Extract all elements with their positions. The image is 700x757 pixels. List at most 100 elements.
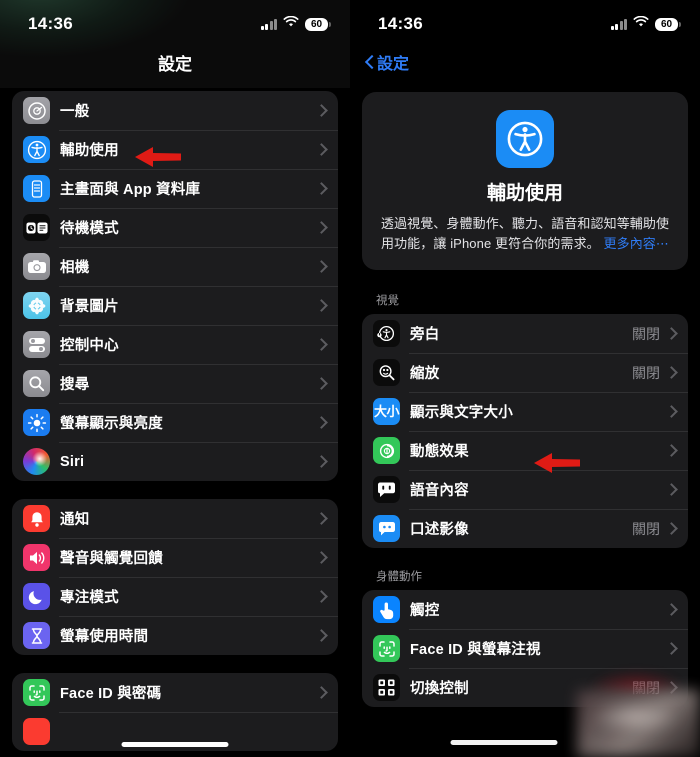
cellular-signal-icon	[260, 18, 277, 30]
list-item-display-text-size[interactable]: 大小 顯示與文字大小	[362, 392, 688, 431]
home-indicator	[450, 740, 558, 745]
accessibility-scroll-area[interactable]: 輔助使用 透過視覺、身體動作、聽力、語音和認知等輔助使用功能，讓 iPhone …	[350, 92, 700, 757]
right-phone-screen-accessibility: 14:36 60 設定 輔助使用 透過視覺、身體動作、聽力、語音和認知等輔助使用…	[350, 0, 700, 757]
search-icon	[23, 370, 50, 397]
list-item-zoom[interactable]: 縮放 關閉	[362, 353, 688, 392]
sidebar-item-label: 搜尋	[60, 377, 90, 393]
sidebar-item-face-id-passcode[interactable]: Face ID 與密碼	[12, 673, 338, 712]
chevron-right-icon	[317, 106, 326, 115]
hourglass-icon	[23, 622, 50, 649]
status-bar-clock: 14:36	[378, 14, 423, 33]
sidebar-item-wallpaper[interactable]: 背景圖片	[12, 286, 338, 325]
touch-icon	[373, 596, 400, 624]
status-bar: 14:36 60	[350, 0, 700, 40]
sidebar-item-accessibility[interactable]: 輔助使用	[12, 130, 338, 169]
spoken-content-icon	[373, 476, 400, 504]
face-id-icon	[23, 679, 50, 706]
sidebar-item-display-brightness[interactable]: 螢幕顯示與亮度	[12, 403, 338, 442]
moon-icon	[23, 583, 50, 610]
list-item-voiceover[interactable]: 旁白 關閉	[362, 314, 688, 353]
sidebar-item-siri[interactable]: Siri	[12, 442, 338, 481]
chevron-right-icon	[317, 688, 326, 697]
sidebar-item-home-screen[interactable]: 主畫面與 App 資料庫	[12, 169, 338, 208]
list-item-label: 觸控	[410, 603, 440, 620]
sidebar-item-label: 輔助使用	[60, 143, 119, 159]
sidebar-item-standby[interactable]: 待機模式	[12, 208, 338, 247]
sidebar-item-notifications[interactable]: 通知	[12, 499, 338, 538]
left-phone-screen-settings: 14:36 60 設定 一般 輔助使用 主畫面與 App 資料庫 待機模式 相機…	[0, 0, 350, 757]
sidebar-item-label: 待機模式	[60, 221, 119, 237]
settings-scroll-area[interactable]: 一般 輔助使用 主畫面與 App 資料庫 待機模式 相機 背景圖片 控制中心 搜…	[0, 91, 350, 757]
chevron-right-icon	[317, 145, 326, 154]
emergency-sos-icon	[23, 718, 50, 745]
chevron-right-icon	[667, 407, 676, 416]
control-center-icon	[23, 331, 50, 358]
standby-icon	[23, 214, 50, 241]
chevron-right-icon	[317, 631, 326, 640]
audio-descriptions-icon	[373, 515, 400, 543]
list-item-value: 關閉	[632, 364, 660, 381]
list-item-label: 口述影像	[410, 522, 469, 539]
back-button[interactable]: 設定	[350, 40, 700, 92]
sidebar-item-search[interactable]: 搜尋	[12, 364, 338, 403]
sidebar-item-focus[interactable]: 專注模式	[12, 577, 338, 616]
sidebar-item-label: Face ID 與密碼	[60, 686, 162, 702]
status-bar: 14:36 60	[0, 0, 350, 40]
sidebar-item-sounds-haptics[interactable]: 聲音與觸覺回饋	[12, 538, 338, 577]
list-item-label: Face ID 與螢幕注視	[410, 642, 541, 659]
section-header-vision: 視覺	[376, 295, 399, 308]
section-header-physical-motor: 身體動作	[376, 571, 422, 584]
chevron-right-icon	[317, 340, 326, 349]
bell-icon	[23, 505, 50, 532]
settings-group-2: 通知 聲音與觸覺回饋 專注模式 螢幕使用時間	[12, 499, 338, 655]
sidebar-item-general[interactable]: 一般	[12, 91, 338, 130]
more-content-link[interactable]: 更多內容⋯	[604, 236, 670, 251]
dual-screenshot-container: 14:36 60 設定 一般 輔助使用 主畫面與 App 資料庫 待機模式 相機…	[0, 0, 700, 757]
sidebar-item-label: 主畫面與 App 資料庫	[60, 182, 201, 198]
chevron-right-icon	[317, 457, 326, 466]
list-item-spoken-content[interactable]: 語音內容	[362, 470, 688, 509]
settings-group-3: Face ID 與密碼	[12, 673, 338, 751]
sidebar-item-screen-time[interactable]: 螢幕使用時間	[12, 616, 338, 655]
zoom-icon	[373, 359, 400, 387]
chevron-right-icon	[667, 485, 676, 494]
settings-group-1: 一般 輔助使用 主畫面與 App 資料庫 待機模式 相機 背景圖片 控制中心 搜…	[12, 91, 338, 481]
brightness-icon	[23, 409, 50, 436]
list-item-audio-descriptions[interactable]: 口述影像 關閉	[362, 509, 688, 548]
sidebar-item-label: 通知	[60, 512, 90, 528]
sidebar-item-camera[interactable]: 相機	[12, 247, 338, 286]
home-indicator	[121, 742, 229, 747]
chevron-right-icon	[317, 223, 326, 232]
chevron-right-icon	[317, 184, 326, 193]
sidebar-item-label: 聲音與觸覺回饋	[60, 551, 163, 567]
chevron-right-icon	[317, 262, 326, 271]
sidebar-item-label: 螢幕顯示與亮度	[60, 416, 163, 432]
list-item-value: 關閉	[632, 325, 660, 342]
list-item-face-id-attention[interactable]: Face ID 與螢幕注視	[362, 629, 688, 668]
display-text-size-icon-text: 大小	[373, 404, 400, 420]
wallpaper-icon	[23, 292, 50, 319]
wifi-icon	[283, 15, 299, 33]
status-bar-clock: 14:36	[28, 14, 73, 33]
chevron-left-icon	[364, 57, 374, 67]
page-title: 設定	[158, 55, 192, 74]
cellular-signal-icon	[610, 18, 627, 30]
display-text-size-icon: 大小	[373, 398, 400, 426]
sidebar-item-label: Siri	[60, 453, 85, 470]
motion-icon	[373, 437, 400, 465]
sidebar-item-control-center[interactable]: 控制中心	[12, 325, 338, 364]
chevron-right-icon	[317, 418, 326, 427]
accessibility-icon	[23, 136, 50, 163]
accessibility-hero-card: 輔助使用 透過視覺、身體動作、聽力、語音和認知等輔助使用功能，讓 iPhone …	[362, 92, 688, 271]
accessibility-icon	[496, 110, 554, 168]
chevron-right-icon	[317, 514, 326, 523]
battery-icon: 60	[305, 17, 331, 31]
list-item-motion[interactable]: 動態效果	[362, 431, 688, 470]
chevron-right-icon	[317, 592, 326, 601]
voiceover-icon	[373, 320, 400, 348]
sidebar-item-label: 螢幕使用時間	[60, 629, 149, 645]
sidebar-item-label: 背景圖片	[60, 299, 119, 315]
sidebar-item-label: 控制中心	[60, 338, 119, 354]
list-item-touch[interactable]: 觸控	[362, 590, 688, 629]
hero-description: 透過視覺、身體動作、聽力、語音和認知等輔助使用功能，讓 iPhone 更符合你的…	[378, 214, 672, 254]
